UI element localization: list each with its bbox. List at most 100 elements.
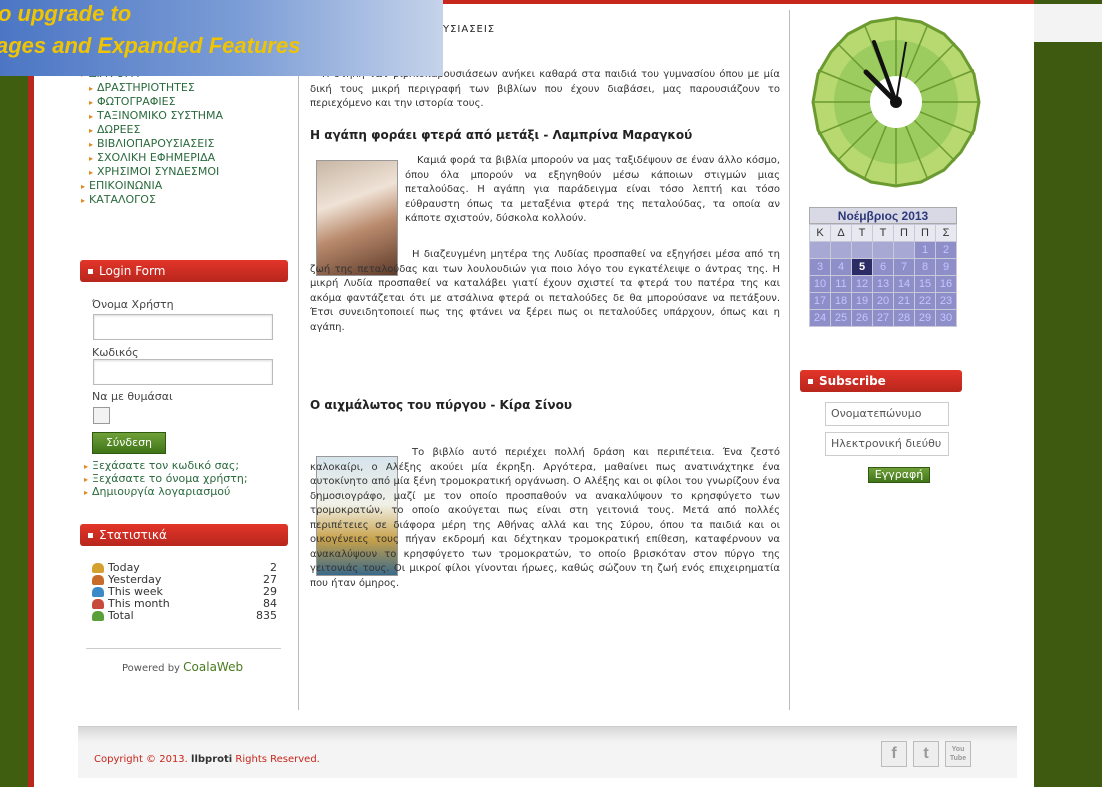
calendar-day[interactable]: 4 — [830, 258, 852, 276]
menu-item[interactable]: ▸ ΦΩΤΟΓΡΑΦΙΕΣ — [81, 95, 296, 109]
menu-item[interactable]: ▸ ΧΡΗΣΙΜΟΙ ΣΥΝΔΕΣΜΟΙ — [81, 165, 296, 179]
calendar: Νοέμβριος 2013 ΚΔΤΤΠΠΣ 1 2 3 4 5 6 7 8 9 10 11 12 13… — [809, 207, 957, 327]
calendar-day[interactable]: 16 — [935, 275, 957, 293]
stats-label: Total — [108, 609, 134, 622]
copyright: Copyright © 2013. llbproti Rights Reserv… — [94, 754, 320, 765]
user-icon — [92, 575, 104, 585]
calendar-day[interactable]: 5 — [851, 258, 873, 276]
calendar-day[interactable]: 24 — [809, 309, 831, 327]
powered-prefix: Powered by — [122, 663, 180, 674]
calendar-day[interactable]: 10 — [809, 275, 831, 293]
subscribe-name-input[interactable]: Ονοματεπώνυμο — [825, 402, 949, 426]
stats-list: Today 2 Yesterday 27 This week 29 This month 84… — [92, 562, 277, 622]
main-menu: ▸ΥΠΗΡΕΣΙΕΣ▸ΔΙΑΦΟΡΑ▸ΔΡΑΣΤΗΡΙΟΤΗΤΕΣ▸ΦΩΤΟΓΡ… — [81, 53, 296, 207]
calendar-day[interactable]: 25 — [830, 309, 852, 327]
calendar-day[interactable]: 6 — [872, 258, 894, 276]
bullet-icon: ▸ — [81, 196, 86, 205]
calendar-day[interactable]: 17 — [809, 292, 831, 310]
menu-item-label: ΤΑΞΙΝΟΜΙΚΟ ΣΥΣΤΗΜΑ — [97, 109, 224, 122]
calendar-day[interactable]: 21 — [893, 292, 915, 310]
calendar-day[interactable]: 13 — [872, 275, 894, 293]
menu-item[interactable]: ▸ ΚΑΤΑΛΟΓΟΣ — [81, 193, 296, 207]
banner-line-1: o upgrade to — [0, 1, 132, 26]
divider — [86, 648, 281, 649]
bullet-icon: ▸ — [84, 475, 89, 484]
subscribe-button[interactable]: Εγγραφή — [868, 467, 930, 483]
calendar-day[interactable]: 1 — [914, 241, 936, 259]
menu-item-label: ΣΧΟΛΙΚΗ ΕΦΗΜΕΡΙΔΑ — [97, 151, 216, 164]
login-links: ▸ Ξεχάσατε τον κωδικό σας; ▸ Ξεχάσατε το όν… — [84, 460, 248, 499]
login-button[interactable]: Σύνδεση — [92, 432, 166, 454]
user-icon — [92, 599, 104, 609]
bullet-icon: ▸ — [89, 112, 94, 121]
remember-checkbox[interactable] — [93, 407, 110, 424]
book2-title: Ο αιχμάλωτος του πύργου - Κίρα Σίνου — [310, 398, 572, 412]
calendar-day[interactable]: 2 — [935, 241, 957, 259]
book2-paragraph-text: Το βιβλίο αυτό περιέχει πολλή δράση και … — [310, 447, 780, 589]
calendar-day[interactable]: 11 — [830, 275, 852, 293]
menu-item-label: ΔΩΡΕΕΣ — [97, 123, 141, 136]
calendar-day[interactable]: 27 — [872, 309, 894, 327]
calendar-weekday: Τ — [872, 224, 894, 242]
book1-paragraph-1: Καμιά φορά τα βιβλία μπορούν να μας ταξι… — [405, 155, 780, 224]
subscribe-header: Subscribe — [800, 370, 962, 392]
calendar-day[interactable]: 15 — [914, 275, 936, 293]
menu-item[interactable]: ▸ ΕΠΙΚΟΙΝΩΝΙΑ — [81, 179, 296, 193]
username-label: Όνομα Χρήστη — [92, 298, 174, 311]
powered-brand-link[interactable]: CoalaWeb — [183, 660, 243, 674]
calendar-day[interactable]: 19 — [851, 292, 873, 310]
calendar-day[interactable]: 3 — [809, 258, 831, 276]
powered-by: Powered by CoalaWeb — [122, 660, 243, 674]
login-link-label: Δημιουργία λογαριασμού — [92, 485, 231, 498]
subscribe-title: Subscribe — [819, 374, 886, 388]
menu-item-label: ΚΑΤΑΛΟΓΟΣ — [89, 193, 156, 206]
menu-item[interactable]: ▸ ΒΙΒΛΙΟΠΑΡΟΥΣΙΑΣΕΙΣ — [81, 137, 296, 151]
calendar-day[interactable]: 22 — [914, 292, 936, 310]
menu-item-label: ΒΙΒΛΙΟΠΑΡΟΥΣΙΑΣΕΙΣ — [97, 137, 215, 150]
calendar-day[interactable]: 7 — [893, 258, 915, 276]
banner-line-2: ages and Expanded Features — [0, 33, 301, 58]
calendar-day[interactable]: 30 — [935, 309, 957, 327]
twitter-icon[interactable]: t — [913, 741, 939, 767]
bullet-icon: ▸ — [84, 462, 89, 471]
calendar-day[interactable]: 12 — [851, 275, 873, 293]
calendar-empty-cell — [893, 241, 915, 259]
calendar-weekday: Π — [914, 224, 936, 242]
youtube-icon[interactable]: You Tube — [945, 741, 971, 767]
menu-item[interactable]: ▸ ΤΑΞΙΝΟΜΙΚΟ ΣΥΣΤΗΜΑ — [81, 109, 296, 123]
login-form-header: Login Form — [80, 260, 288, 282]
upgrade-banner[interactable]: o upgrade to ages and Expanded Features — [0, 0, 443, 76]
facebook-icon[interactable]: f — [881, 741, 907, 767]
login-link-label: Ξεχάσατε τον κωδικό σας; — [92, 459, 240, 472]
login-link[interactable]: ▸ Δημιουργία λογαριασμού — [84, 486, 248, 499]
stats-value: 835 — [256, 609, 277, 622]
book1-paragraph-2: Η διαζευγμένη μητέρα της Λυδίας προσπαθε… — [310, 248, 780, 335]
menu-item[interactable]: ▸ ΣΧΟΛΙΚΗ ΕΦΗΜΕΡΙΔΑ — [81, 151, 296, 165]
password-label: Κωδικός — [92, 346, 139, 359]
calendar-day[interactable]: 8 — [914, 258, 936, 276]
left-divider — [298, 10, 299, 710]
bullet-icon: ▸ — [89, 140, 94, 149]
calendar-day[interactable]: 18 — [830, 292, 852, 310]
calendar-day[interactable]: 29 — [914, 309, 936, 327]
user-icon — [92, 563, 104, 573]
bullet-icon: ▸ — [89, 126, 94, 135]
subscribe-email-input[interactable]: Ηλεκτρονική διεύθυ — [825, 432, 949, 456]
user-icon — [92, 587, 104, 597]
calendar-day[interactable]: 26 — [851, 309, 873, 327]
menu-item[interactable]: ▸ ΔΡΑΣΤΗΡΙΟΤΗΤΕΣ — [81, 81, 296, 95]
calendar-weekday: Π — [893, 224, 915, 242]
footer: Copyright © 2013. llbproti Rights Reserv… — [78, 726, 1017, 778]
menu-item[interactable]: ▸ ΔΩΡΕΕΣ — [81, 123, 296, 137]
password-input[interactable] — [93, 359, 273, 385]
calendar-day[interactable]: 20 — [872, 292, 894, 310]
calendar-empty-cell — [809, 241, 831, 259]
login-form-title: Login Form — [99, 264, 166, 278]
calendar-day[interactable]: 9 — [935, 258, 957, 276]
top-right-bar — [1034, 4, 1102, 42]
calendar-day[interactable]: 28 — [893, 309, 915, 327]
login-link-label: Ξεχάσατε το όνομα χρήστη; — [92, 472, 248, 485]
calendar-day[interactable]: 14 — [893, 275, 915, 293]
username-input[interactable] — [93, 314, 273, 340]
calendar-day[interactable]: 23 — [935, 292, 957, 310]
